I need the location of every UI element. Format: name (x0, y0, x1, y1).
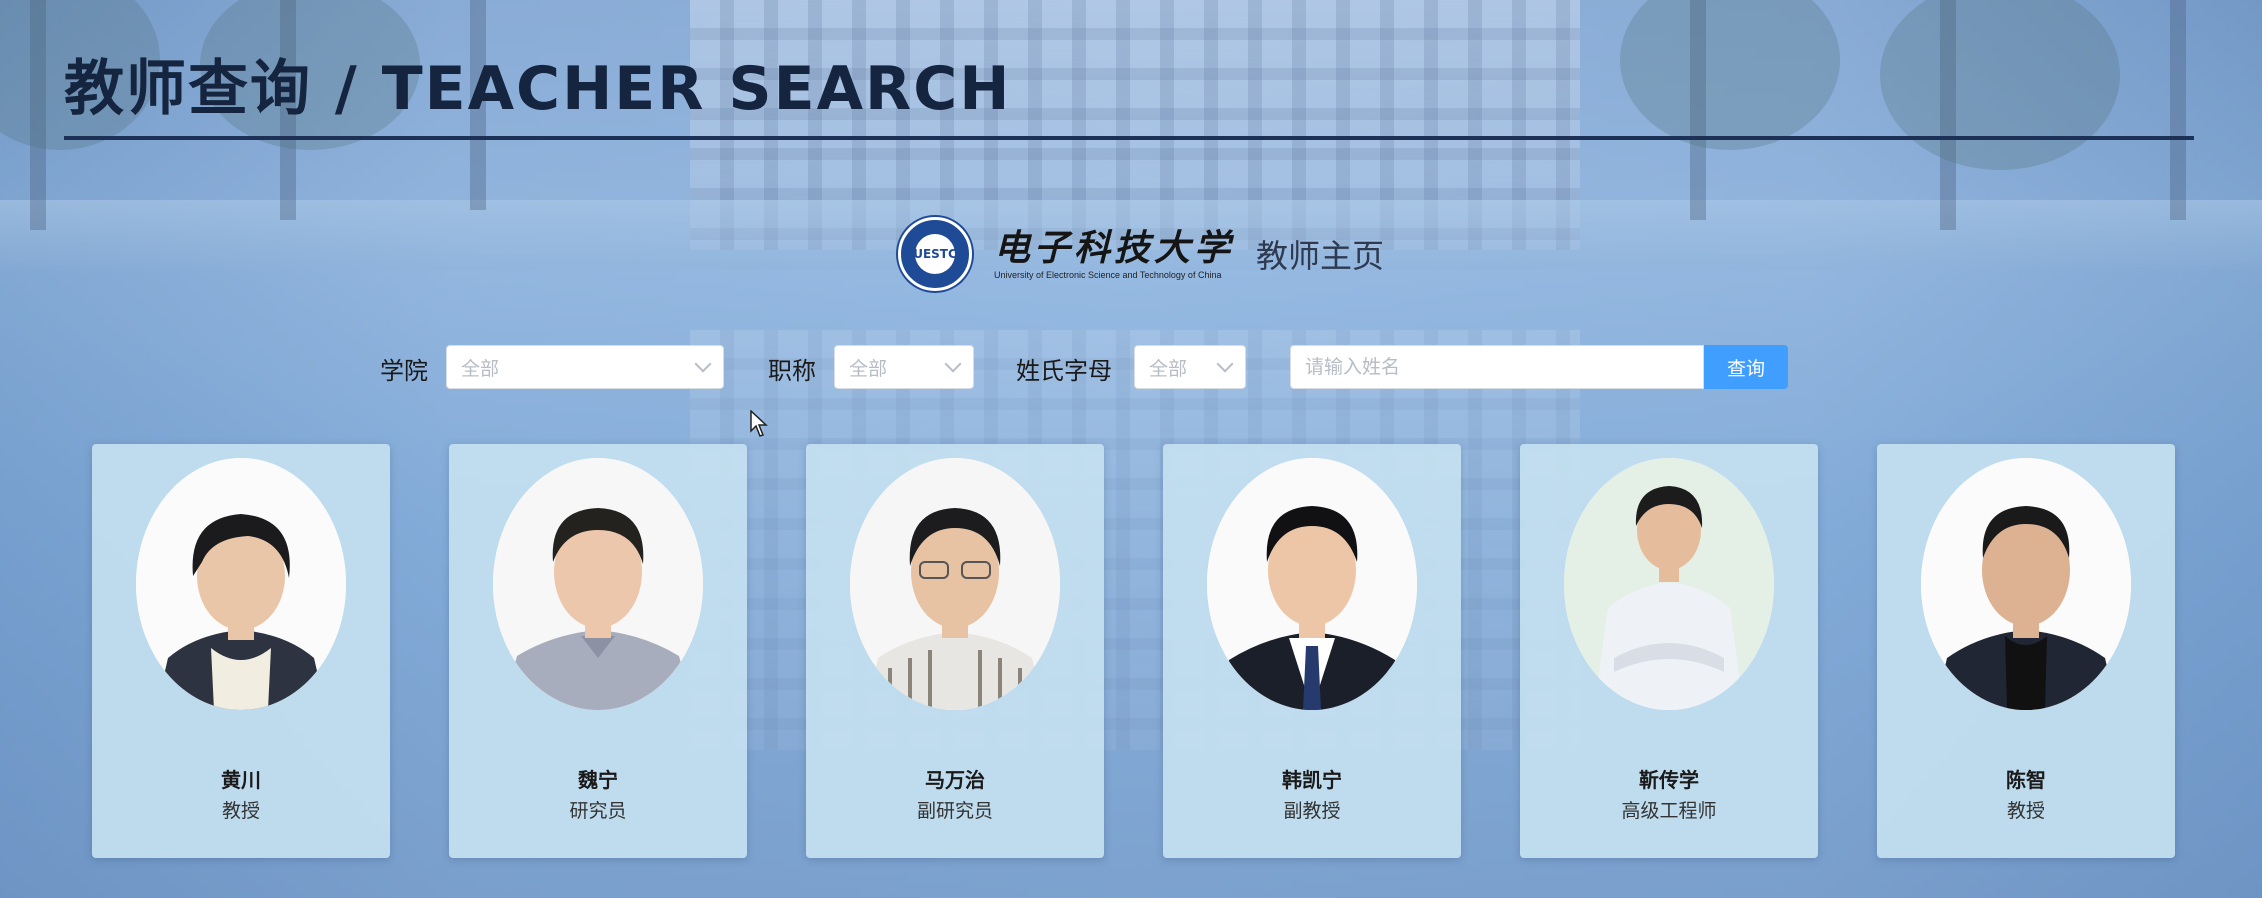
teacher-card[interactable]: 马万治 副研究员 (806, 444, 1104, 858)
teacher-rank: 教授 (2006, 800, 2045, 822)
teacher-card[interactable]: 陈智 教授 (1877, 444, 2175, 858)
chevron-down-icon (944, 355, 962, 373)
seal-text: UESTC (913, 234, 957, 274)
name-search-input[interactable] (1290, 345, 1704, 389)
teacher-portrait-icon (1564, 458, 1774, 710)
teacher-portrait-icon (493, 458, 703, 710)
background-tree-canopy (1620, 0, 1840, 150)
teacher-portrait-icon (1207, 458, 1417, 710)
teacher-rank: 教授 (221, 800, 260, 822)
college-label: 学院 (380, 357, 428, 385)
rank-label: 职称 (768, 357, 816, 385)
teacher-card[interactable]: 靳传学 高级工程师 (1520, 444, 1818, 858)
teacher-photo (850, 458, 1060, 710)
rank-select-value: 全部 (849, 357, 888, 380)
teacher-rank: 高级工程师 (1621, 800, 1717, 822)
university-wordmark: 电子科技大学 University of Electronic Science … (994, 228, 1234, 280)
teacher-portrait-icon (850, 458, 1060, 710)
university-seal-icon: UESTC (898, 217, 972, 291)
surname-initial-select[interactable]: 全部 (1134, 345, 1246, 389)
teacher-card[interactable]: 魏宁 研究员 (449, 444, 747, 858)
teacher-name: 靳传学 (1639, 768, 1699, 792)
teacher-card[interactable]: 黄川 教授 (92, 444, 390, 858)
teacher-name: 魏宁 (578, 768, 618, 792)
university-name-en: University of Electronic Science and Tec… (994, 270, 1222, 280)
teacher-name: 黄川 (221, 768, 261, 792)
teacher-name: 陈智 (2006, 768, 2046, 792)
teacher-portrait-icon (1921, 458, 2131, 710)
teacher-portrait-icon (136, 458, 346, 710)
search-button[interactable]: 查询 (1704, 345, 1788, 389)
teacher-photo (1564, 458, 1774, 710)
teacher-rank: 研究员 (569, 800, 627, 822)
teacher-photo (1921, 458, 2131, 710)
surname-initial-value: 全部 (1149, 357, 1188, 380)
teacher-photo (493, 458, 703, 710)
teacher-card-list: 黄川 教授 魏宁 研究员 马万治 副研究员 韩凯宁 副教授 靳传学 高级工程师 … (0, 444, 2262, 860)
university-name-cn: 电子科技大学 (994, 227, 1235, 269)
mouse-cursor-icon (750, 410, 768, 437)
teacher-name: 韩凯宁 (1282, 768, 1342, 792)
background-tree (2170, 0, 2186, 220)
search-filters: 学院 全部 职称 全部 姓氏字母 全部 查询 (0, 345, 2262, 391)
rank-select[interactable]: 全部 (834, 345, 974, 389)
university-logo[interactable]: UESTC 电子科技大学 University of Electronic Sc… (898, 217, 1385, 291)
chevron-down-icon (1216, 355, 1234, 373)
teacher-photo (1207, 458, 1417, 710)
title-divider (64, 136, 2194, 140)
teacher-card[interactable]: 韩凯宁 副教授 (1163, 444, 1461, 858)
teacher-name: 马万治 (925, 768, 985, 792)
college-select[interactable]: 全部 (446, 345, 724, 389)
chevron-down-icon (694, 355, 712, 373)
background-tree-canopy (1880, 0, 2120, 170)
teacher-rank: 副教授 (1283, 800, 1341, 822)
teacher-home-label: 教师主页 (1256, 237, 1385, 275)
teacher-photo (136, 458, 346, 710)
surname-initial-label: 姓氏字母 (1016, 357, 1112, 385)
teacher-rank: 副研究员 (916, 800, 993, 822)
college-select-value: 全部 (461, 357, 500, 380)
page-title: 教师查询 / TEACHER SEARCH (64, 54, 1012, 124)
